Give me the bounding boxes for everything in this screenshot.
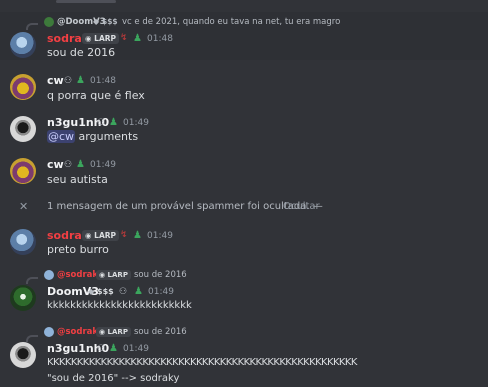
reply-preview[interactable]: vc e de 2021, quando eu tava na net, tu … xyxy=(122,16,340,28)
tag-label: LARP xyxy=(107,271,128,279)
role-icon: ♟ xyxy=(109,117,118,128)
friends-icon: ⚇ xyxy=(64,76,73,86)
message-text: preto burro xyxy=(47,243,109,256)
server-tag: ◉ LARP xyxy=(82,230,120,241)
close-icon[interactable]: ✕ xyxy=(19,200,28,214)
message-text: @cw arguments xyxy=(47,130,138,144)
role-icon: ♟ xyxy=(109,343,118,354)
avatar[interactable] xyxy=(10,285,36,311)
author-name[interactable]: cw xyxy=(47,74,64,88)
avatar[interactable] xyxy=(10,342,36,368)
friends-icon: ⚇ xyxy=(119,287,128,297)
hide-link[interactable]: Ocultar xyxy=(283,200,320,214)
timestamp: 01:49 xyxy=(90,160,116,170)
reply-avatar[interactable] xyxy=(44,327,54,337)
reply-tag: ◉ LARP xyxy=(96,270,131,280)
timestamp: 01:49 xyxy=(148,287,174,297)
server-tag: ◉ LARP xyxy=(82,33,120,44)
avatar[interactable] xyxy=(10,74,36,100)
reply-tag: $$$ xyxy=(102,17,118,26)
role-icon: ♟ xyxy=(133,33,142,44)
role-icon: ♟ xyxy=(134,286,143,297)
avatar[interactable] xyxy=(10,32,36,58)
reply-spine xyxy=(26,277,38,284)
user-mention[interactable]: @cw xyxy=(47,130,76,143)
flag-icon: ↯ xyxy=(120,33,128,43)
reply-spine xyxy=(26,23,38,30)
avatar[interactable] xyxy=(10,116,36,142)
flag-icon: ↯ xyxy=(120,230,128,240)
avatar[interactable] xyxy=(10,158,36,184)
server-tag: $$$ xyxy=(97,287,114,296)
reply-spine xyxy=(26,335,38,342)
role-icon: ♟ xyxy=(76,75,85,86)
tag-label: LARP xyxy=(107,328,128,336)
timestamp: 01:49 xyxy=(123,118,149,128)
tag-icon: ◉ xyxy=(99,328,106,336)
timestamp: 01:48 xyxy=(90,76,116,86)
reply-preview[interactable]: sou de 2016 xyxy=(134,326,187,338)
avatar[interactable] xyxy=(10,229,36,255)
friends-icon: ⚇ xyxy=(64,160,73,170)
friends-icon: ⚇ xyxy=(97,118,106,128)
message-text-line2: "sou de 2016" --> sodraky xyxy=(47,373,180,384)
tag-icon: ◉ xyxy=(85,231,92,240)
message-text: KKKKKKKKKKKKKKKKKKKKKKKKKKKKKKKKKKKKKKKK… xyxy=(47,357,357,368)
message-text: kkkkkkkkkkkkkkkkkkkkkkkkk xyxy=(47,300,192,311)
diamond-icon: ◆ xyxy=(93,17,100,26)
reply-avatar[interactable] xyxy=(44,17,54,27)
spam-notice-text: 1 mensagem de um provável spammer foi oc… xyxy=(47,201,323,212)
tag-icon: ◉ xyxy=(85,34,92,43)
tag-label: LARP xyxy=(94,231,117,240)
message-text: sou de 2016 xyxy=(47,46,116,59)
role-icon: ♟ xyxy=(133,230,142,241)
message-body: arguments xyxy=(75,130,139,143)
reply-tag: ◉ LARP xyxy=(96,327,131,337)
diamond-icon: ◆ xyxy=(88,287,95,296)
author-name[interactable]: cw xyxy=(47,158,64,172)
tag-label: LARP xyxy=(94,34,117,43)
previous-message-fragment xyxy=(56,0,116,3)
role-icon: ♟ xyxy=(76,159,85,170)
friends-icon: ⚇ xyxy=(97,344,106,354)
chat-messages: @DoomV3 ◆ $$$ vc e de 2021, quando eu ta… xyxy=(0,0,488,387)
tag-icon: ◉ xyxy=(99,271,106,279)
timestamp: 01:49 xyxy=(147,231,173,241)
reply-preview[interactable]: sou de 2016 xyxy=(134,269,187,281)
message-text: seu autista xyxy=(47,173,108,186)
reply-avatar[interactable] xyxy=(44,270,54,280)
message-text: q porra que é flex xyxy=(47,89,145,102)
timestamp: 01:49 xyxy=(123,344,149,354)
timestamp: 01:48 xyxy=(147,34,173,44)
